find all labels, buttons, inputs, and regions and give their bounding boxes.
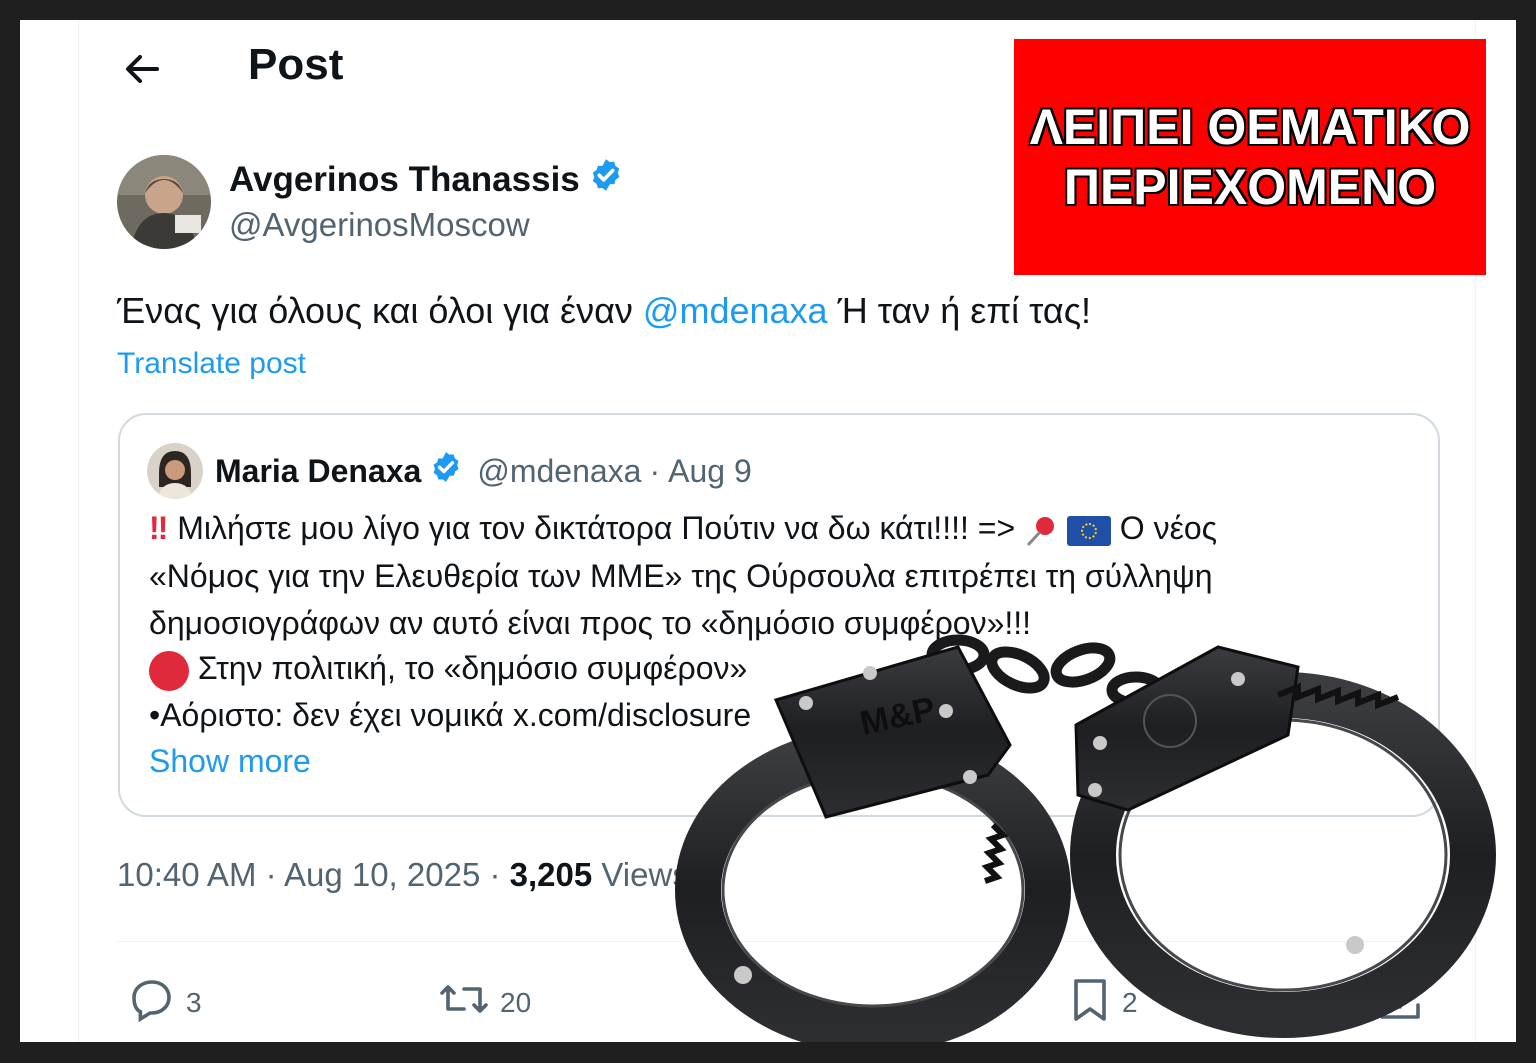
show-more-link[interactable]: Show more bbox=[149, 743, 311, 780]
screenshot-frame: Post Avgerinos Thanassis @AvgerinosMosco… bbox=[20, 20, 1516, 1042]
quote-header: Maria Denaxa @mdenaxa · Aug 9 bbox=[215, 450, 752, 492]
reply-icon bbox=[128, 975, 176, 1030]
quote-line-1-text: Μιλήστε μου λίγο για τον δικτάτορα Πούτι… bbox=[168, 510, 1025, 546]
pushpin-icon bbox=[1024, 514, 1058, 548]
page-title: Post bbox=[248, 40, 344, 89]
post-text-end: Ή ταν ή επί τας! bbox=[827, 290, 1092, 331]
verified-badge-icon bbox=[429, 450, 463, 492]
eu-flag-icon bbox=[1066, 515, 1111, 546]
reply-button[interactable]: 3 bbox=[128, 975, 202, 1030]
meta-separator: · bbox=[480, 856, 510, 893]
author-avatar[interactable] bbox=[117, 155, 211, 249]
author-name-row: Avgerinos Thanassis bbox=[229, 157, 624, 202]
arrow-left-icon[interactable] bbox=[121, 48, 163, 90]
handcuffs-icon: M&P bbox=[658, 605, 1496, 1042]
banner-line-2: ΠΕΡΙΕΧΟΜΕΝΟ bbox=[1063, 159, 1437, 215]
quote-date[interactable]: Aug 9 bbox=[668, 453, 752, 490]
quote-line-1-end: Ο νέος bbox=[1110, 510, 1218, 546]
repost-count: 20 bbox=[500, 986, 532, 1018]
translate-post-link[interactable]: Translate post bbox=[117, 347, 306, 381]
meta-separator: · bbox=[256, 856, 284, 893]
quote-author-avatar[interactable] bbox=[147, 443, 203, 499]
quote-author-handle[interactable]: @mdenaxa bbox=[477, 453, 641, 490]
quote-separator: · bbox=[649, 452, 661, 489]
mention-link[interactable]: @mdenaxa bbox=[643, 290, 828, 331]
quote-line-2: «Νόμος για την Ελευθερία των ΜΜΕ» της Ού… bbox=[149, 558, 1213, 594]
reply-count: 3 bbox=[186, 986, 202, 1018]
post-time[interactable]: 10:40 AM bbox=[117, 856, 256, 893]
red-circle-icon bbox=[149, 650, 189, 691]
post-text-start: Ένας για όλους και όλοι για έναν bbox=[117, 290, 643, 331]
banner-line-1: ΛΕΙΠΕΙ ΘΕΜΑΤΙΚΟ bbox=[1029, 99, 1471, 155]
author-handle[interactable]: @AvgerinosMoscow bbox=[229, 206, 530, 244]
repost-button[interactable]: 20 bbox=[438, 975, 531, 1030]
post-date[interactable]: Aug 10, 2025 bbox=[284, 856, 480, 893]
warning-banner: ΛΕΙΠΕΙ ΘΕΜΑΤΙΚΟ ΠΕΡΙΕΧΟΜΕΝΟ bbox=[1014, 39, 1486, 275]
quote-author-name[interactable]: Maria Denaxa bbox=[215, 453, 421, 490]
post-text: Ένας για όλους και όλοι για έναν @mdenax… bbox=[117, 290, 1091, 332]
post-meta: 10:40 AM · Aug 10, 2025 · 3,205 Views bbox=[117, 856, 689, 894]
quote-line-1: ‼ Μιλήστε μου λίγο για τον δικτάτορα Πού… bbox=[149, 510, 1217, 548]
views-count: 3,205 bbox=[509, 856, 593, 893]
verified-badge-icon bbox=[588, 157, 624, 202]
author-name[interactable]: Avgerinos Thanassis bbox=[229, 160, 580, 200]
double-exclamation-icon: ‼ bbox=[149, 510, 169, 546]
repost-icon bbox=[438, 975, 490, 1030]
